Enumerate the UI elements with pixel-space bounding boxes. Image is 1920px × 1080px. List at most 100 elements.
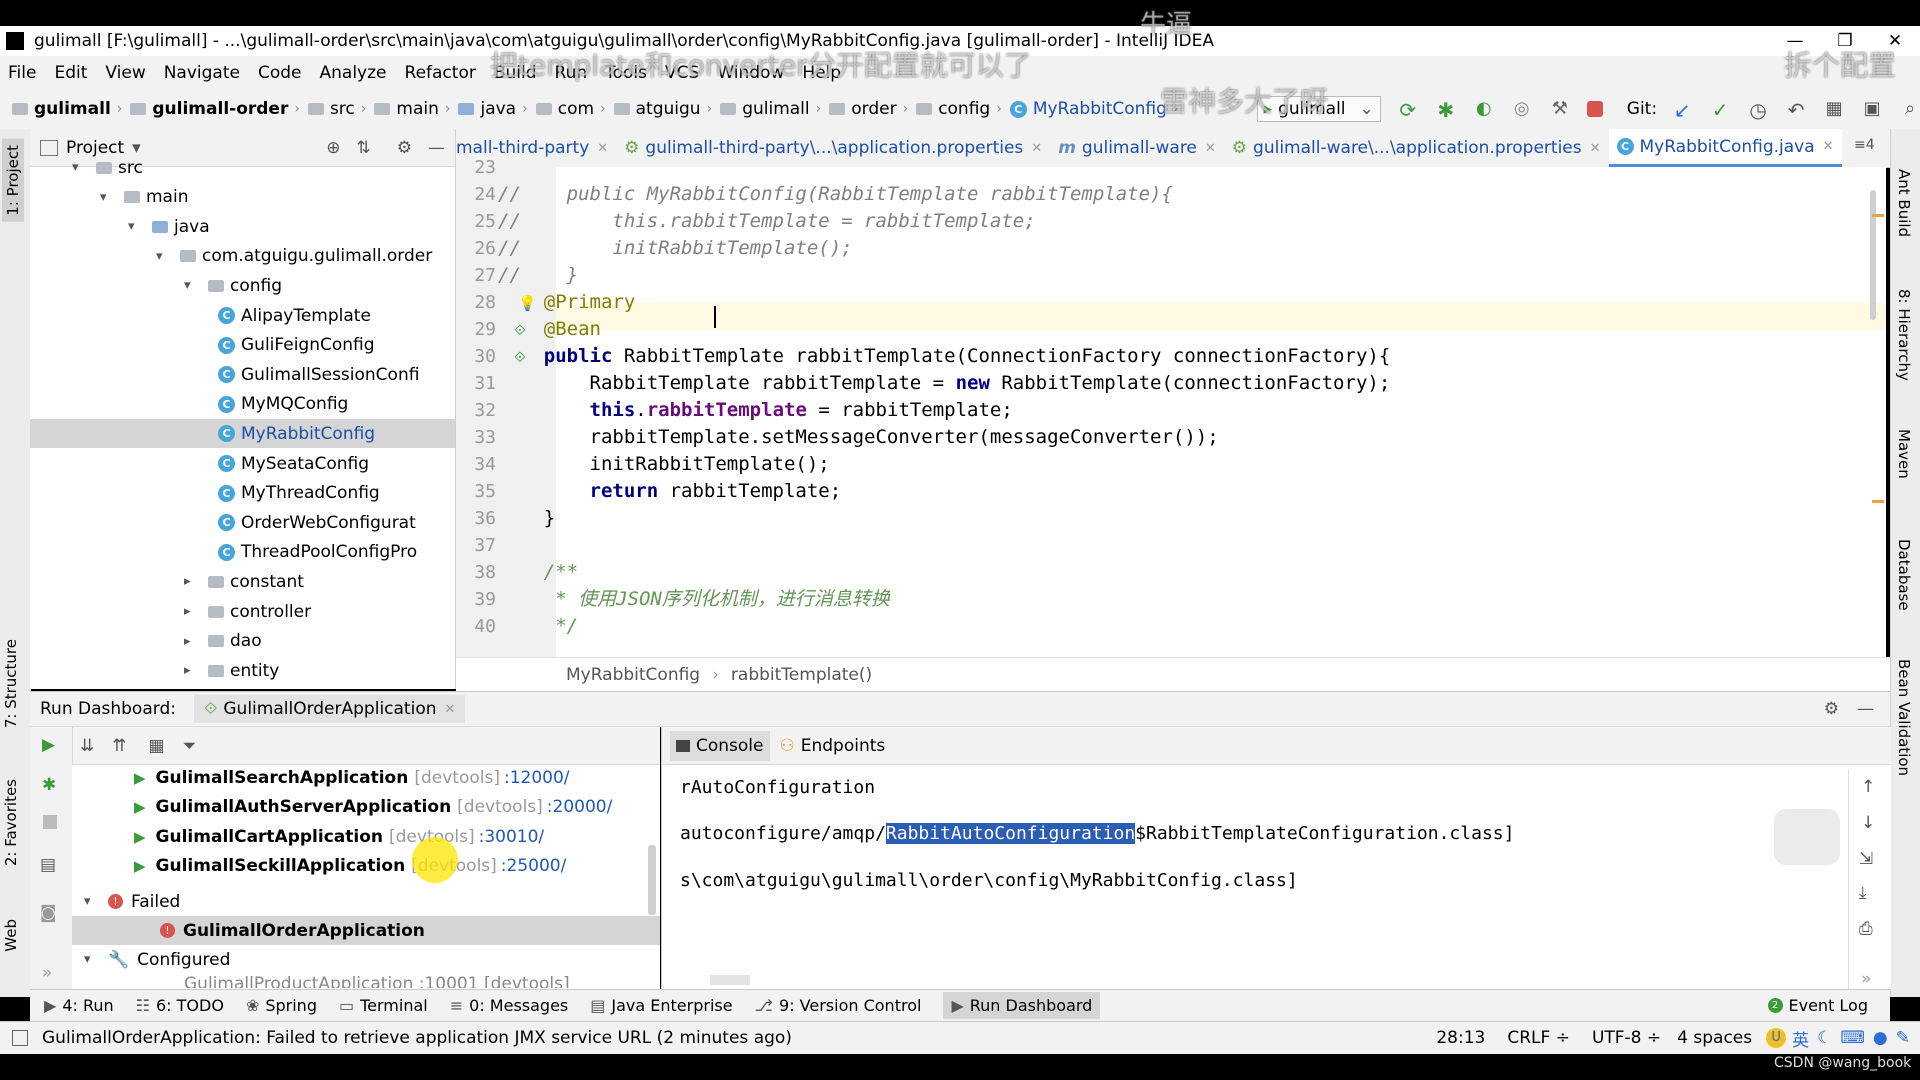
close-tab-icon[interactable]: ✕ bbox=[445, 702, 456, 717]
tool-tab-project[interactable]: 1: Project bbox=[2, 139, 24, 222]
failed-app-item[interactable]: ! GulimallOrderApplication bbox=[160, 916, 425, 945]
history-icon[interactable]: ◷ bbox=[1747, 98, 1769, 122]
debug-icon[interactable]: ✱ bbox=[42, 775, 56, 795]
filter-icon[interactable]: ⏷ bbox=[183, 736, 197, 756]
gear-icon[interactable]: ⚙ bbox=[1824, 699, 1839, 719]
project-tree-folder[interactable]: ▾ src bbox=[72, 153, 143, 182]
group-by-icon[interactable]: ▦ bbox=[149, 736, 165, 756]
app-item[interactable]: ▶ GulimallAuthServerApplication [devtools]… bbox=[134, 793, 612, 822]
coverage-icon[interactable]: ◐ bbox=[1473, 98, 1495, 120]
print-icon[interactable]: ⎙ bbox=[1859, 919, 1873, 939]
line-separator[interactable]: CRLF ÷ bbox=[1507, 1028, 1570, 1048]
event-log-button[interactable]: 2 Event Log bbox=[1767, 996, 1868, 1015]
editor-crumb-class[interactable]: MyRabbitConfig bbox=[566, 665, 700, 685]
editor-crumb-method[interactable]: rabbitTemplate() bbox=[731, 665, 872, 685]
app-port-link[interactable]: :25000/ bbox=[501, 856, 567, 876]
build-icon[interactable]: ⚒ bbox=[1549, 98, 1571, 120]
crumb-src[interactable]: src › bbox=[307, 99, 366, 119]
hide-panel-icon[interactable]: — bbox=[428, 138, 445, 158]
project-tree-class[interactable]: C GuliFeignConfig bbox=[212, 331, 375, 360]
app-item[interactable]: ▶GulimallSeckillApplication[devtools]:25… bbox=[134, 852, 566, 881]
project-tree-class[interactable]: C MyMQConfig bbox=[212, 390, 348, 419]
crumb-order[interactable]: order › bbox=[829, 99, 908, 119]
git-commit-icon[interactable]: ✓ bbox=[1709, 98, 1731, 122]
tool-window-button[interactable]: ⎇ 9: Version Control bbox=[755, 996, 922, 1015]
code-editor[interactable]: // public MyRabbitConfig(RabbitTemplate … bbox=[498, 167, 1886, 657]
chevron-down-icon[interactable]: ▾ bbox=[184, 278, 202, 293]
play-icon[interactable]: ▶ bbox=[134, 857, 146, 875]
tool-tab-ant-build[interactable]: Ant Build bbox=[1895, 169, 1913, 237]
menu-refactor[interactable]: Refactor bbox=[405, 63, 476, 83]
crumb-class[interactable]: C MyRabbitConfig › bbox=[1009, 99, 1179, 119]
menu-analyze[interactable]: Analyze bbox=[320, 63, 387, 83]
close-tab-icon[interactable]: ✕ bbox=[1205, 141, 1216, 156]
debug-icon[interactable]: ✱ bbox=[1435, 98, 1457, 122]
crumb-module[interactable]: gulimall-order › bbox=[130, 99, 300, 119]
chevron-right-icon[interactable]: ▸ bbox=[184, 604, 202, 619]
crumb-config[interactable]: config › bbox=[916, 99, 1002, 119]
project-tree-class[interactable]: C MyThreadConfig bbox=[212, 479, 380, 508]
project-tree-class[interactable]: C OrderWebConfigurat bbox=[212, 508, 416, 537]
crumb-java[interactable]: java › bbox=[458, 99, 528, 119]
profile-icon[interactable]: ◎ bbox=[1511, 98, 1533, 120]
app-item[interactable]: ▶ GulimallSearchApplication [devtools]:120… bbox=[134, 763, 570, 792]
rerun-icon[interactable]: ⟳ bbox=[1397, 98, 1419, 122]
ime-logo-icon[interactable]: U bbox=[1766, 1028, 1787, 1048]
project-tree-class[interactable]: C MyRabbitConfig bbox=[212, 419, 375, 448]
soft-wrap-icon[interactable]: ⇲ bbox=[1859, 849, 1873, 869]
chevron-down-icon[interactable]: ▾ bbox=[72, 160, 90, 175]
hide-panel-icon[interactable]: — bbox=[1857, 699, 1874, 719]
configured-group[interactable]: ▾ 🔧 Configured bbox=[84, 945, 230, 974]
status-message[interactable]: GulimallOrderApplication: Failed to retr… bbox=[42, 1028, 792, 1048]
file-encoding[interactable]: UTF-8 ÷ bbox=[1592, 1028, 1661, 1048]
tool-window-button[interactable]: ▶ 4: Run bbox=[44, 996, 114, 1015]
crumb-project[interactable]: gulimall › bbox=[12, 99, 122, 119]
play-icon[interactable]: ▶ bbox=[134, 769, 146, 787]
editor-scrollbar[interactable] bbox=[1870, 190, 1876, 320]
arrow-down-icon[interactable]: ↓ bbox=[1861, 813, 1875, 833]
tools-icon[interactable]: ✎ bbox=[1896, 1028, 1910, 1048]
gear-icon[interactable]: ⚙ bbox=[397, 138, 412, 158]
indent-setting[interactable]: 4 spaces bbox=[1677, 1028, 1752, 1048]
more-icon[interactable]: » bbox=[42, 963, 52, 983]
tab-console[interactable]: Console bbox=[670, 730, 770, 761]
ime-language[interactable]: 英 bbox=[1792, 1026, 1809, 1051]
close-tab-icon[interactable]: ✕ bbox=[1823, 139, 1834, 154]
editor-tab[interactable]: ⚙ gulimall-third-party\...\application.pr… bbox=[616, 129, 1050, 167]
editor-tab[interactable]: ⚙ gulimall-ware\...\application.propertie… bbox=[1224, 129, 1609, 167]
chevron-right-icon[interactable]: ▸ bbox=[184, 634, 202, 649]
tab-list-button[interactable]: ≡4 bbox=[1854, 137, 1875, 153]
tool-tab-maven[interactable]: Maven bbox=[1895, 429, 1913, 479]
tool-tab-hierarchy[interactable]: 8: Hierarchy bbox=[1895, 289, 1913, 381]
app-port-link[interactable]: :30010/ bbox=[479, 827, 545, 847]
stop-icon[interactable] bbox=[43, 815, 57, 829]
project-tree-folder[interactable]: ▾ com.atguigu.gulimall.order bbox=[156, 242, 432, 271]
play-icon[interactable]: ▶ bbox=[134, 828, 146, 846]
project-tree-folder[interactable]: ▸ entity bbox=[184, 656, 279, 685]
scroll-to-end-icon[interactable]: ⤓ bbox=[1859, 883, 1867, 903]
search-everywhere-icon[interactable]: ⌕ bbox=[1899, 98, 1920, 120]
error-stripe-marker[interactable] bbox=[1872, 214, 1884, 217]
project-tree-folder[interactable]: ▸ dao bbox=[184, 627, 262, 656]
chevron-down-icon[interactable]: ▾ bbox=[156, 249, 174, 264]
run-icon[interactable]: ▶ bbox=[42, 735, 55, 755]
tool-tab-favorites[interactable]: 2: Favorites bbox=[2, 779, 20, 866]
tab-endpoints[interactable]: ⚇ Endpoints bbox=[774, 731, 892, 761]
crumb-main[interactable]: main › bbox=[374, 99, 450, 119]
failed-group[interactable]: ▾ ! Failed bbox=[84, 887, 180, 916]
tool-tab-structure[interactable]: 7: Structure bbox=[2, 639, 20, 728]
locate-icon[interactable]: ⊕ bbox=[326, 138, 340, 158]
chevron-right-icon[interactable]: ▸ bbox=[184, 663, 202, 678]
tool-window-button[interactable]: ☷ 6: TODO bbox=[136, 996, 224, 1015]
git-update-icon[interactable]: ↙ bbox=[1671, 98, 1693, 122]
app-port-link[interactable]: :20000/ bbox=[547, 797, 613, 817]
crumb-com[interactable]: com › bbox=[535, 99, 606, 119]
expand-all-icon[interactable]: ⇊ bbox=[80, 736, 94, 756]
project-tree-class[interactable]: C ThreadPoolConfigPro bbox=[212, 538, 417, 567]
close-tab-icon[interactable]: ✕ bbox=[1031, 141, 1042, 156]
project-tree-folder[interactable]: ▸ controller bbox=[184, 597, 311, 626]
tree-scrollbar[interactable] bbox=[648, 845, 656, 915]
project-structure-icon[interactable]: ▦ bbox=[1823, 98, 1845, 120]
status-toggle-icon[interactable] bbox=[12, 1030, 28, 1046]
project-tree-folder[interactable]: ▾ java bbox=[128, 212, 210, 241]
